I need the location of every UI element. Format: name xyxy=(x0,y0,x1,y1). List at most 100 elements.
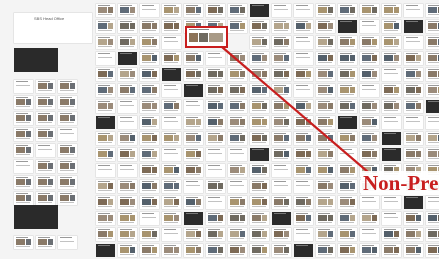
slide-thumbnail xyxy=(360,228,379,241)
slide-thumbnail xyxy=(206,84,225,97)
slide-thumbnail xyxy=(184,244,203,257)
slide-thumbnail xyxy=(294,36,313,49)
slide-thumbnail xyxy=(382,68,401,81)
slide-thumbnail xyxy=(58,176,77,189)
slide-thumbnail xyxy=(228,84,247,97)
slide-thumbnail xyxy=(404,36,423,49)
slide-thumbnail xyxy=(118,52,137,65)
slide-thumbnail xyxy=(36,96,55,109)
slide-thumbnail xyxy=(162,68,181,81)
slide-thumbnail xyxy=(426,52,439,65)
slide-thumbnail xyxy=(272,116,291,129)
slide-thumbnail xyxy=(14,160,33,173)
slide-thumbnail xyxy=(294,20,313,33)
slide-thumbnail xyxy=(316,148,335,161)
slide-thumbnail xyxy=(338,4,357,17)
slide-thumbnail xyxy=(294,116,313,129)
slide-thumbnail xyxy=(426,148,439,161)
slide-thumbnail xyxy=(58,128,77,141)
slide-thumbnail xyxy=(118,4,137,17)
slide-thumbnail xyxy=(140,228,159,241)
slide-thumbnail xyxy=(250,244,269,257)
slide-thumbnail xyxy=(162,196,181,209)
slide-thumbnail xyxy=(360,244,379,257)
slide-thumbnail xyxy=(96,132,115,145)
slide-thumbnail xyxy=(316,212,335,225)
slide-thumbnail xyxy=(272,84,291,97)
slide-thumbnail xyxy=(140,20,159,33)
slide-thumbnail xyxy=(228,228,247,241)
slide-thumbnail xyxy=(118,244,137,257)
slide-thumbnail xyxy=(338,36,357,49)
slide-thumbnail xyxy=(316,68,335,81)
slide-thumbnail xyxy=(404,100,423,113)
slide-thumbnail xyxy=(206,164,225,177)
slide-thumbnail xyxy=(316,132,335,145)
title-slide-thumbnail: SBS Head Office xyxy=(14,13,92,43)
slide-thumbnail xyxy=(382,52,401,65)
slide-thumbnail xyxy=(404,20,423,33)
slide-thumbnail xyxy=(118,196,137,209)
dark-slide-thumbnail xyxy=(14,205,58,229)
slide-thumbnail xyxy=(162,148,181,161)
slide-thumbnail xyxy=(228,20,247,33)
slide-thumbnail xyxy=(338,20,357,33)
slide-thumbnail xyxy=(272,228,291,241)
slide-thumbnail xyxy=(184,180,203,193)
slide-thumbnail xyxy=(382,244,401,257)
slide-thumbnail xyxy=(206,100,225,113)
slide-thumbnail xyxy=(294,196,313,209)
slide-thumbnail xyxy=(140,196,159,209)
slide-thumbnail xyxy=(272,196,291,209)
slide-thumbnail xyxy=(96,148,115,161)
slide-thumbnail xyxy=(426,100,439,113)
slide-thumbnail xyxy=(184,84,203,97)
slide-thumbnail xyxy=(162,52,181,65)
slide-thumbnail xyxy=(250,132,269,145)
slide-thumbnail xyxy=(294,212,313,225)
slide-thumbnail xyxy=(206,180,225,193)
slide-thumbnail xyxy=(228,52,247,65)
slide-thumbnail xyxy=(118,68,137,81)
slide-thumbnail xyxy=(426,212,439,225)
slide-thumbnail xyxy=(338,132,357,145)
slide-thumbnail xyxy=(360,116,379,129)
slide-thumbnail xyxy=(272,148,291,161)
slide-thumbnail xyxy=(14,112,33,125)
slide-thumbnail xyxy=(338,52,357,65)
slide-thumbnail xyxy=(162,180,181,193)
slide-thumbnail xyxy=(162,116,181,129)
slide-thumbnail xyxy=(404,228,423,241)
slide-thumbnail xyxy=(360,68,379,81)
slide-thumbnail xyxy=(36,144,55,157)
slide-thumbnail xyxy=(184,148,203,161)
slide-thumbnail xyxy=(96,36,115,49)
slide-thumbnail xyxy=(294,132,313,145)
slide-thumbnail xyxy=(360,100,379,113)
slide-thumbnail xyxy=(96,20,115,33)
slide-thumbnail xyxy=(404,132,423,145)
slide-thumbnail xyxy=(404,116,423,129)
slide-thumbnail xyxy=(316,36,335,49)
slide-thumbnail xyxy=(118,100,137,113)
slide-thumbnail xyxy=(58,160,77,173)
slide-thumbnail xyxy=(404,212,423,225)
slide-thumbnail xyxy=(140,148,159,161)
slide-thumbnail xyxy=(382,132,401,145)
slide-thumbnail xyxy=(58,144,77,157)
slide-thumbnail xyxy=(360,212,379,225)
slide-thumbnail xyxy=(228,180,247,193)
slide-thumbnail xyxy=(58,96,77,109)
slide-thumbnail xyxy=(316,180,335,193)
slide-thumbnail xyxy=(360,36,379,49)
slide-thumbnail xyxy=(426,68,439,81)
slide-thumbnail xyxy=(14,176,33,189)
slide-thumbnail xyxy=(294,244,313,257)
slide-thumbnail xyxy=(36,176,55,189)
slide-thumbnail xyxy=(338,84,357,97)
slide-thumbnail xyxy=(206,132,225,145)
highlight-box xyxy=(185,26,228,48)
slide-thumbnail xyxy=(382,228,401,241)
slide-thumbnail xyxy=(294,228,313,241)
slide-thumbnail xyxy=(162,36,181,49)
